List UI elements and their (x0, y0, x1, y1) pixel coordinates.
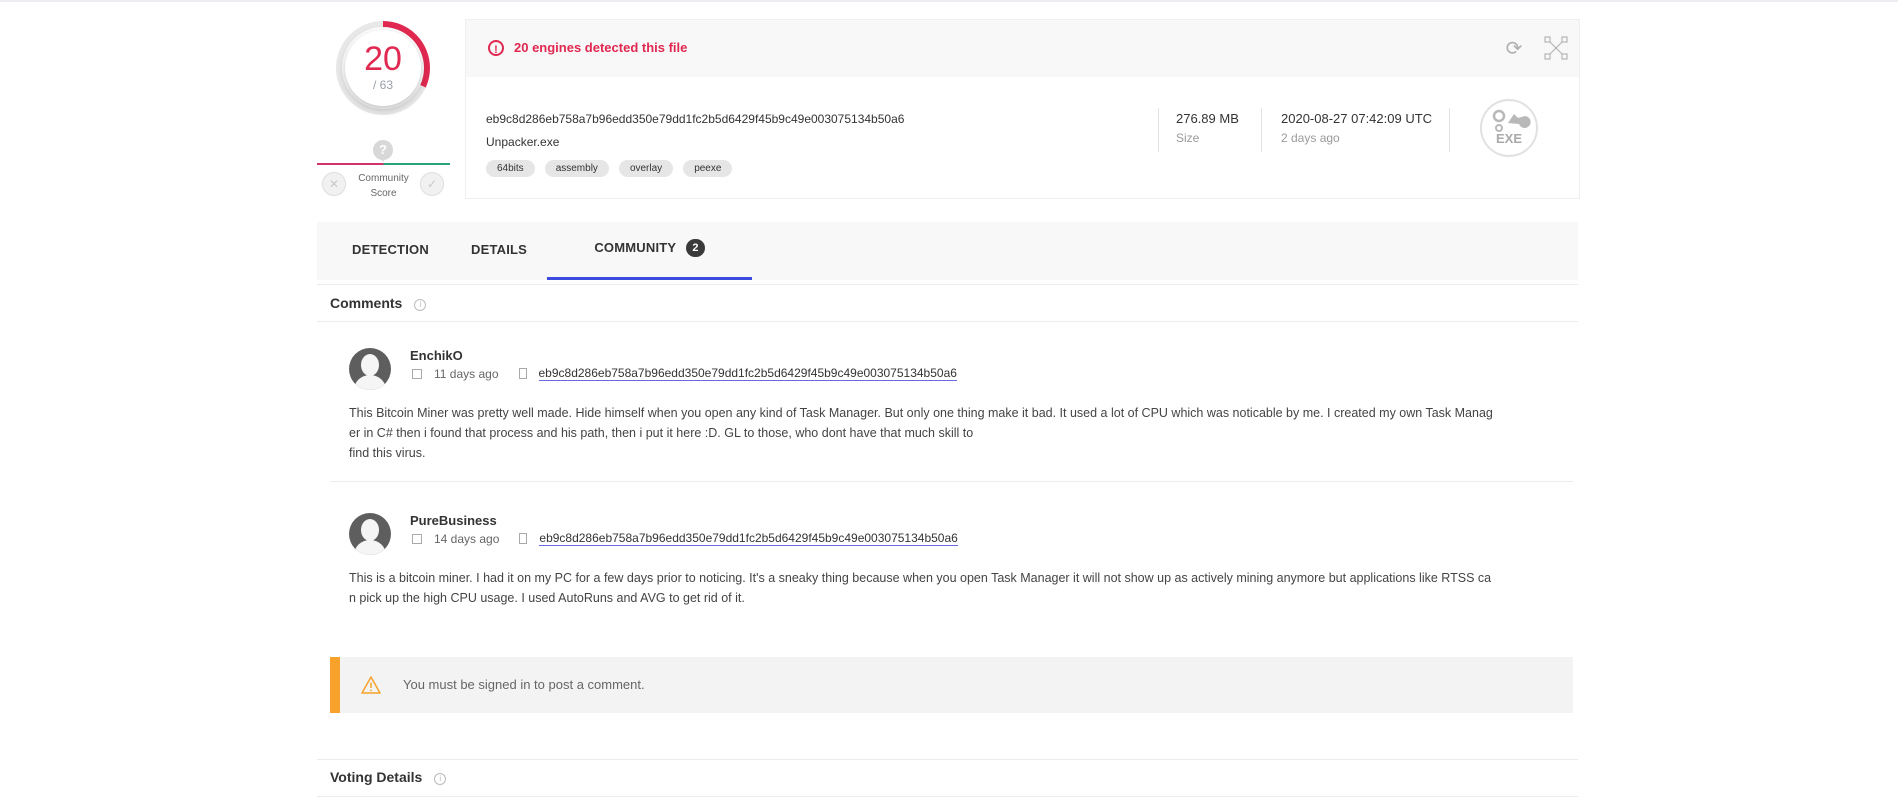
file-icon (519, 533, 528, 544)
tab-community-label: COMMUNITY (594, 240, 677, 255)
analysis-date-value: 2020-08-27 07:42:09 UTC (1281, 111, 1433, 126)
file-type-label: EXE (1495, 131, 1522, 146)
tab-community[interactable]: COMMUNITY 2 (547, 222, 752, 280)
vote-harmless-button[interactable]: ✓ (420, 172, 444, 196)
graph-view-icon[interactable] (1544, 36, 1568, 60)
tab-details[interactable]: DETAILS (471, 222, 527, 280)
tag-peexe[interactable]: peexe (683, 160, 733, 177)
divider (317, 321, 1578, 322)
warning-icon (361, 676, 381, 694)
file-name: Unpacker.exe (486, 135, 560, 149)
community-score-marker: ? (373, 140, 393, 162)
info-icon[interactable]: i (414, 299, 427, 311)
community-score-label: Community Score (358, 173, 409, 199)
top-border (0, 0, 1898, 2)
file-summary-card: ! 20 engines detected this file ⟳ eb9c8d… (465, 19, 1580, 199)
calendar-icon (412, 533, 422, 544)
comment-body: This Bitcoin Miner was pretty well made.… (349, 406, 1493, 460)
report-tabs: DETECTION DETAILS COMMUNITY 2 (317, 222, 1578, 280)
analysis-date-label: 2 days ago (1281, 131, 1340, 145)
comment-file-link[interactable]: eb9c8d286eb758a7b96edd350e79dd1fc2b5d642… (539, 531, 958, 546)
detection-alert-bar: ! 20 engines detected this file ⟳ (466, 20, 1579, 77)
comment-time: 14 days ago (434, 531, 500, 546)
detection-score-ring: 20 / 63 (333, 18, 433, 118)
divider (1261, 108, 1262, 152)
detection-total: / 63 (372, 78, 393, 92)
exe-file-type-icon: EXE (1480, 99, 1538, 157)
divider (317, 284, 1578, 285)
comment-author[interactable]: PureBusiness (410, 513, 497, 528)
tab-detection[interactable]: DETECTION (352, 222, 429, 280)
divider (317, 759, 1578, 760)
community-score-bar (317, 163, 450, 165)
tag-assembly[interactable]: assembly (544, 160, 609, 177)
comment-meta: 11 days ago eb9c8d286eb758a7b96edd350e79… (412, 366, 957, 381)
comment-meta: 14 days ago eb9c8d286eb758a7b96edd350e79… (412, 531, 958, 546)
tag-overlay[interactable]: overlay (618, 160, 674, 177)
comments-heading: Comments i (330, 295, 427, 311)
calendar-icon (412, 368, 422, 379)
reanalyze-icon[interactable]: ⟳ (1502, 37, 1526, 61)
vote-harmful-button[interactable]: ✕ (322, 172, 346, 196)
divider (1158, 108, 1159, 152)
file-hash[interactable]: eb9c8d286eb758a7b96edd350e79dd1fc2b5d642… (486, 112, 904, 126)
detection-alert-text: 20 engines detected this file (514, 40, 688, 55)
community-count-badge: 2 (686, 239, 705, 257)
community-score: ? ✕ Community Score ✓ (317, 138, 450, 208)
comment-body: This is a bitcoin miner. I had it on my … (349, 571, 1492, 605)
avatar (349, 348, 391, 390)
tag-64bits[interactable]: 64bits (486, 160, 535, 177)
info-icon[interactable]: i (434, 773, 447, 785)
divider (317, 796, 1578, 797)
detection-positives: 20 (364, 40, 402, 78)
file-icon (518, 368, 527, 379)
file-tags: 64bits assembly overlay peexe (486, 160, 733, 177)
alert-icon: ! (488, 40, 504, 56)
comment-author[interactable]: EnchikO (410, 348, 463, 363)
divider (330, 481, 1573, 482)
file-size-label: Size (1176, 131, 1200, 145)
comment-time: 11 days ago (434, 366, 499, 381)
avatar (349, 513, 391, 555)
divider (1449, 108, 1450, 152)
comment-file-link[interactable]: eb9c8d286eb758a7b96edd350e79dd1fc2b5d642… (538, 366, 957, 381)
file-size-value: 276.89 MB (1176, 111, 1239, 126)
signin-notice-text: You must be signed in to post a comment. (403, 677, 645, 692)
signin-notice: You must be signed in to post a comment. (330, 657, 1573, 713)
voting-details-heading: Voting Details i (330, 769, 447, 785)
